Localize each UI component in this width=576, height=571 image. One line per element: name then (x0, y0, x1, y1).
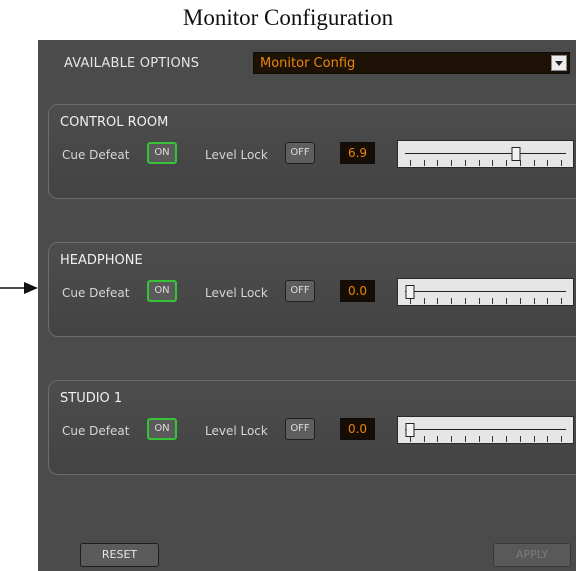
slider-tick (506, 298, 508, 304)
level-lock-toggle[interactable]: OFF (285, 142, 315, 164)
slider-tick (506, 160, 508, 166)
level-lock-label: Level Lock (205, 148, 268, 162)
dropdown-selected-value: Monitor Config (260, 56, 356, 71)
slider-tick (519, 298, 521, 304)
monitor-config-panel: AVAILABLE OPTIONS Monitor Config CONTROL… (38, 40, 576, 571)
control-room-section: CONTROL ROOM Cue Defeat ON Level Lock OF… (48, 104, 576, 199)
slider-tick (423, 160, 425, 166)
slider-tick (519, 160, 521, 166)
slider-tick (519, 436, 521, 442)
slider-tick (506, 436, 508, 442)
slider-tick (451, 436, 453, 442)
slider-track (405, 291, 566, 292)
level-lock-toggle[interactable]: OFF (285, 418, 315, 440)
slider-tick (492, 298, 494, 304)
slider-tick (478, 436, 480, 442)
headphone-section: HEADPHONE Cue Defeat ON Level Lock OFF 0… (48, 242, 576, 337)
slider-tick (561, 436, 562, 442)
slider-thumb[interactable] (405, 423, 415, 437)
slider-tick (561, 298, 562, 304)
slider-tick (410, 298, 411, 304)
slider-track (405, 153, 566, 154)
slider-tick (547, 436, 549, 442)
slider-tick (547, 298, 549, 304)
slider-tick (533, 436, 535, 442)
slider-tick (464, 436, 466, 442)
slider-tick (423, 436, 425, 442)
slider-tick (410, 160, 411, 166)
dropdown-arrow-icon[interactable] (551, 55, 567, 71)
section-title: STUDIO 1 (60, 391, 123, 406)
reset-button[interactable]: RESET (80, 543, 159, 567)
level-value-display: 0.0 (340, 418, 375, 440)
section-title: HEADPHONE (60, 253, 143, 268)
slider-tick (437, 436, 439, 442)
available-options-dropdown[interactable]: Monitor Config (253, 52, 570, 74)
apply-button[interactable]: APPLY (493, 543, 571, 567)
cue-defeat-label: Cue Defeat (62, 286, 130, 300)
slider-tick (478, 160, 480, 166)
available-options-label: AVAILABLE OPTIONS (64, 56, 200, 71)
slider-tick (423, 298, 425, 304)
slider-tick (464, 160, 466, 166)
slider-tick (464, 298, 466, 304)
section-title: CONTROL ROOM (60, 115, 169, 130)
level-value-display: 6.9 (340, 142, 375, 164)
slider-tick (533, 298, 535, 304)
level-slider[interactable] (397, 416, 574, 444)
slider-tick (437, 160, 439, 166)
cue-defeat-label: Cue Defeat (62, 148, 130, 162)
cue-defeat-toggle[interactable]: ON (147, 418, 177, 440)
slider-tick (492, 436, 494, 442)
studio-1-section: STUDIO 1 Cue Defeat ON Level Lock OFF 0.… (48, 380, 576, 475)
level-lock-toggle[interactable]: OFF (285, 280, 315, 302)
level-slider[interactable] (397, 278, 574, 306)
cue-defeat-toggle[interactable]: ON (147, 142, 177, 164)
level-lock-label: Level Lock (205, 286, 268, 300)
level-lock-label: Level Lock (205, 424, 268, 438)
page-title: Monitor Configuration (182, 5, 394, 30)
slider-tick (451, 160, 453, 166)
slider-tick (561, 160, 562, 166)
slider-tick (478, 298, 480, 304)
slider-tick (547, 160, 549, 166)
slider-track (405, 429, 566, 430)
slider-tick (410, 436, 411, 442)
slider-tick (533, 160, 535, 166)
level-slider[interactable] (397, 140, 574, 168)
level-value-display: 0.0 (340, 280, 375, 302)
slider-thumb[interactable] (405, 285, 415, 299)
slider-tick (492, 160, 494, 166)
slider-tick (451, 298, 453, 304)
pointer-arrow (0, 282, 38, 294)
cue-defeat-toggle[interactable]: ON (147, 280, 177, 302)
slider-tick (437, 298, 439, 304)
slider-thumb[interactable] (511, 147, 521, 161)
cue-defeat-label: Cue Defeat (62, 424, 130, 438)
